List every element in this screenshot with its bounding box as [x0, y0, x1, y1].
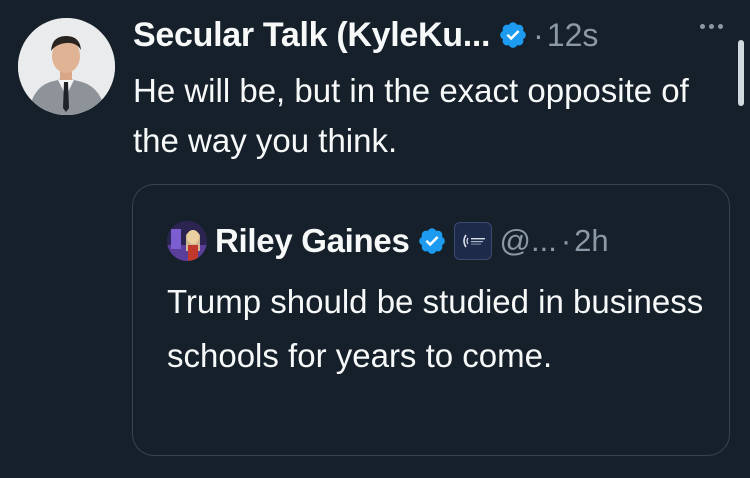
organization-affiliate-badge-icon[interactable] [453, 222, 492, 260]
quoted-tweet-text: Trump should be studied in business scho… [167, 283, 704, 374]
tweet-text: He will be, but in the exact opposite of… [133, 72, 689, 159]
quoted-author-avatar[interactable] [167, 221, 207, 261]
scrollbar[interactable] [738, 40, 744, 106]
more-options-icon[interactable] [700, 24, 723, 29]
author-avatar[interactable] [18, 18, 115, 115]
verified-badge-icon[interactable] [498, 20, 528, 50]
quoted-tweet[interactable]: Riley Gaines @... · 2h Trump should be s… [132, 184, 730, 456]
separator-dot: · [533, 16, 544, 53]
tweet-timestamp[interactable]: 12s [547, 17, 599, 54]
tweet-page: Secular Talk (KyleKu... · 12s He will be… [0, 0, 750, 478]
quoted-tweet-header: Riley Gaines @... · 2h [167, 219, 609, 263]
author-display-name[interactable]: Secular Talk (KyleKu... [133, 16, 490, 55]
quoted-author-handle[interactable]: @... [500, 223, 557, 259]
quoted-verified-badge-icon[interactable] [417, 226, 447, 256]
quoted-separator-dot: · [560, 223, 572, 258]
quoted-author-display-name[interactable]: Riley Gaines [215, 222, 410, 260]
quoted-tweet-timestamp[interactable]: 2h [574, 223, 608, 259]
tweet-header: Secular Talk (KyleKu... · 12s [133, 12, 598, 58]
